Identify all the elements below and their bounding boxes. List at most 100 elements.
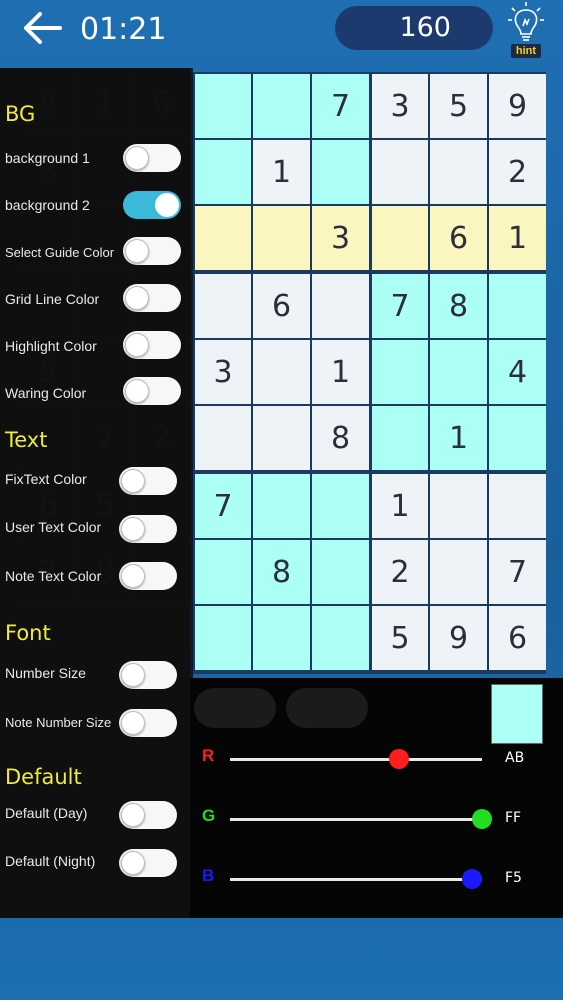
board-cell[interactable]: 1 [253, 140, 310, 204]
undo-ghost-button [194, 688, 276, 728]
board-cell[interactable] [195, 274, 251, 338]
board-cell[interactable] [195, 606, 251, 670]
board-cell[interactable] [253, 606, 310, 670]
default-night-toggle[interactable] [119, 849, 177, 877]
board-cell[interactable]: 2 [372, 540, 428, 604]
guide-color-toggle[interactable] [123, 237, 181, 265]
hint-label[interactable]: hint [511, 44, 541, 58]
board-cell[interactable]: 4 [489, 340, 546, 404]
channel-g-hex: FF [505, 810, 522, 826]
board-cell[interactable] [312, 274, 369, 338]
board-cell[interactable]: 3 [195, 340, 251, 404]
board-cell[interactable]: 8 [253, 540, 310, 604]
background1-label: background 1 [5, 150, 90, 166]
board-cell[interactable]: 1 [430, 406, 487, 470]
board-cell[interactable] [253, 474, 310, 538]
guide-color-label: Select Guide Color [5, 245, 115, 260]
board-cell[interactable]: 9 [489, 74, 546, 138]
score-display: 160 [335, 6, 493, 50]
board-cell[interactable]: 7 [312, 74, 369, 138]
board-cell[interactable]: 1 [312, 340, 369, 404]
waring-color-toggle[interactable] [123, 377, 181, 405]
board-cell[interactable]: 1 [489, 206, 546, 270]
toggle-knob [121, 711, 145, 735]
board-cell[interactable]: 5 [372, 606, 428, 670]
channel-r-slider[interactable] [230, 758, 482, 761]
board-cell[interactable] [195, 206, 251, 270]
board-cell[interactable] [195, 140, 251, 204]
channel-b-hex: F5 [505, 870, 522, 886]
channel-b-thumb[interactable] [462, 869, 482, 889]
board-cell[interactable] [372, 140, 428, 204]
board-cell[interactable] [312, 606, 369, 670]
redo-ghost-button [286, 688, 368, 728]
back-arrow-icon[interactable] [22, 10, 62, 46]
background2-toggle[interactable] [123, 191, 181, 219]
board-cell[interactable]: 9 [430, 606, 487, 670]
timer: 01:21 [80, 12, 167, 47]
highlight-color-toggle[interactable] [123, 331, 181, 359]
background1-toggle[interactable] [123, 144, 181, 172]
text-section-title: Text [5, 428, 48, 452]
default-day-label: Default (Day) [5, 805, 88, 821]
board-cell[interactable]: 7 [195, 474, 251, 538]
channel-g-thumb[interactable] [472, 809, 492, 829]
grid-line-color-label: Grid Line Color [5, 291, 100, 307]
fixtext-color-toggle[interactable] [119, 467, 177, 495]
channel-b-slider[interactable] [230, 878, 482, 881]
toggle-knob [155, 193, 179, 217]
fixtext-color-label: FixText Color [5, 471, 87, 487]
note-number-size-label: Note Number Size [5, 715, 112, 730]
toggle-knob [121, 851, 145, 875]
board-cell[interactable]: 5 [430, 74, 487, 138]
board-cell[interactable] [430, 540, 487, 604]
color-settings-panel: BG background 1 background 2 Select Guid… [0, 68, 193, 918]
board-cell[interactable] [195, 406, 251, 470]
board-cell[interactable]: 8 [312, 406, 369, 470]
note-number-size-toggle[interactable] [119, 709, 177, 737]
board-cell[interactable]: 6 [489, 606, 546, 670]
board-cell[interactable]: 8 [430, 274, 487, 338]
number-size-toggle[interactable] [119, 661, 177, 689]
toggle-knob [125, 286, 149, 310]
note-text-color-toggle[interactable] [119, 562, 177, 590]
channel-r-hex: AB [505, 750, 525, 766]
sudoku-board: 7359123616783148171827596 [193, 72, 546, 674]
channel-r-thumb[interactable] [389, 749, 409, 769]
board-cell[interactable]: 3 [372, 74, 428, 138]
board-cell[interactable] [372, 406, 428, 470]
board-cell[interactable] [489, 406, 546, 470]
board-cell[interactable]: 6 [430, 206, 487, 270]
toggle-knob [121, 564, 145, 588]
user-text-color-toggle[interactable] [119, 515, 177, 543]
board-cell[interactable]: 6 [253, 274, 310, 338]
board-cell[interactable] [489, 274, 546, 338]
board-cell[interactable]: 3 [312, 206, 369, 270]
board-cell[interactable]: 2 [489, 140, 546, 204]
board-cell[interactable] [253, 206, 310, 270]
board-cell[interactable] [430, 340, 487, 404]
board-cell[interactable] [372, 206, 428, 270]
board-cell[interactable] [489, 474, 546, 538]
default-day-toggle[interactable] [119, 801, 177, 829]
board-cell[interactable]: 1 [372, 474, 428, 538]
font-section-title: Font [5, 621, 51, 645]
bg-section-title: BG [5, 102, 36, 126]
board-cell[interactable] [312, 474, 369, 538]
board-cell[interactable] [430, 140, 487, 204]
board-cell[interactable] [312, 140, 369, 204]
board-cell[interactable]: 7 [372, 274, 428, 338]
toggle-knob [125, 379, 149, 403]
board-cell[interactable] [253, 340, 310, 404]
board-cell[interactable] [253, 74, 310, 138]
channel-g-slider[interactable] [230, 818, 482, 821]
channel-b-label: B [202, 866, 215, 885]
board-cell[interactable] [195, 540, 251, 604]
board-cell[interactable] [372, 340, 428, 404]
board-cell[interactable] [312, 540, 369, 604]
board-cell[interactable] [195, 74, 251, 138]
board-cell[interactable]: 7 [489, 540, 546, 604]
board-cell[interactable] [253, 406, 310, 470]
grid-line-color-toggle[interactable] [123, 284, 181, 312]
board-cell[interactable] [430, 474, 487, 538]
